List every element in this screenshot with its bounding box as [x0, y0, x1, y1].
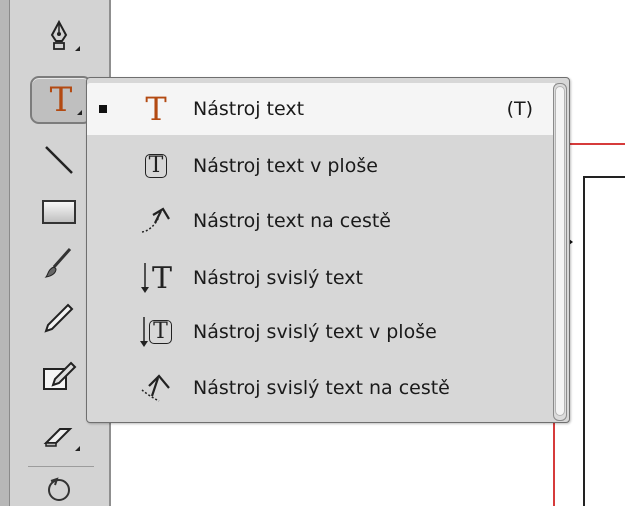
selected-indicator-icon: [99, 105, 107, 113]
rotate-tool-icon: [44, 473, 74, 503]
menu-item-vertical-type-on-path-tool[interactable]: Nástroj svislý text na cestě: [87, 362, 555, 414]
menu-item-label: Nástroj svislý text: [193, 267, 363, 289]
menu-item-label: Nástroj text: [193, 98, 305, 120]
menu-item-area-type-tool[interactable]: T Nástroj text v ploše: [87, 140, 555, 192]
edit-tool-icon: [41, 359, 77, 393]
pencil-tool-icon: [42, 301, 76, 335]
vertical-type-tool-icon: T: [131, 256, 181, 300]
rotate-tool-button[interactable]: [30, 470, 88, 506]
menu-item-shortcut: (T): [506, 98, 533, 120]
pen-tool-button[interactable]: [30, 14, 88, 58]
page-edge-left: [583, 176, 585, 506]
type-tool-icon: T: [145, 90, 167, 128]
rectangle-tool-button[interactable]: [30, 190, 88, 234]
submenu-corner-indicator: [75, 46, 80, 51]
edit-tool-button[interactable]: [30, 354, 88, 398]
menu-item-label: Nástroj text na cestě: [193, 210, 391, 232]
area-type-tool-icon: T: [131, 144, 181, 188]
menu-item-vertical-area-type-tool[interactable]: T Nástroj svislý text v ploše: [87, 306, 555, 358]
tools-panel-edge: [0, 0, 10, 506]
menu-scrollbar-thumb[interactable]: [555, 86, 565, 416]
line-tool-button[interactable]: [30, 138, 88, 182]
menu-item-label: Nástroj text v ploše: [193, 155, 378, 177]
vertical-type-on-path-tool-icon: [131, 366, 181, 410]
eraser-tool-button[interactable]: [30, 414, 88, 458]
type-tools-flyout-menu: T Nástroj text (T) T Nástroj text v ploš…: [86, 77, 570, 423]
rectangle-tool-icon: [41, 198, 77, 226]
menu-item-label: Nástroj svislý text v ploše: [193, 321, 437, 343]
submenu-corner-indicator: [77, 110, 82, 115]
vertical-area-type-tool-icon: T: [131, 310, 181, 354]
menu-scrollbar[interactable]: [553, 83, 567, 421]
toolbar-divider: [28, 466, 94, 467]
pencil-tool-button[interactable]: [30, 296, 88, 340]
type-tool-icon: T: [49, 80, 73, 120]
line-tool-icon: [42, 143, 76, 177]
eraser-tool-icon: [42, 421, 76, 451]
menu-item-type-on-path-tool[interactable]: Nástroj text na cestě: [87, 195, 555, 247]
type-tool-button[interactable]: T: [30, 76, 92, 124]
menu-item-vertical-type-tool[interactable]: T Nástroj svislý text: [87, 252, 555, 304]
submenu-corner-indicator: [75, 446, 80, 451]
brush-tool-button[interactable]: [30, 240, 88, 284]
page-edge-top: [583, 176, 625, 178]
brush-tool-icon: [42, 245, 76, 279]
type-on-path-tool-icon: [131, 199, 181, 243]
pen-tool-icon: [44, 19, 74, 53]
menu-item-type-tool[interactable]: T Nástroj text (T): [87, 83, 555, 135]
menu-item-label: Nástroj svislý text na cestě: [193, 377, 450, 399]
